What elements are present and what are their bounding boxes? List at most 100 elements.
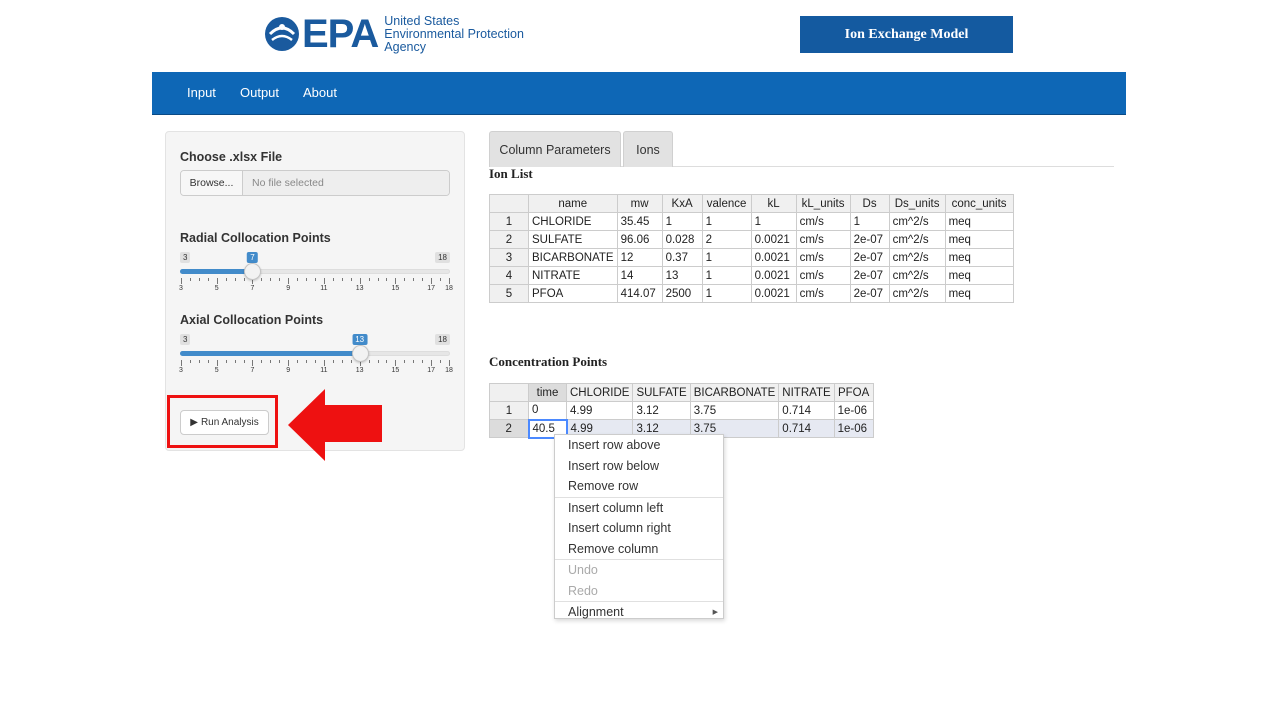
table-cell[interactable]: 0.0021 <box>750 230 797 249</box>
row-header[interactable]: 1 <box>489 212 529 231</box>
slider-handle[interactable] <box>351 345 369 362</box>
table-cell[interactable]: 1 <box>701 212 752 231</box>
slider-fill <box>180 269 253 274</box>
table-cell[interactable]: 0.0021 <box>750 248 797 267</box>
column-header[interactable]: CHLORIDE <box>565 383 634 402</box>
column-header[interactable]: mw <box>616 194 663 213</box>
radial-slider[interactable]: 3 18 7 3 5 7 9 11 13 15 17 18 <box>179 252 453 292</box>
table-cell[interactable]: 1 <box>701 248 752 267</box>
menu-item-remove-column[interactable]: Remove column <box>555 539 723 560</box>
table-cell[interactable]: 4.99 <box>565 401 634 420</box>
row-header[interactable]: 1 <box>489 401 529 420</box>
table-cell[interactable]: 0 <box>528 401 567 420</box>
table-cell[interactable]: CHLORIDE <box>528 212 618 231</box>
column-header[interactable]: conc_units <box>944 194 1014 213</box>
concentration-table[interactable]: time CHLORIDE SULFATE BICARBONATE NITRAT… <box>489 383 874 439</box>
table-cell[interactable]: cm^2/s <box>888 266 946 285</box>
nav-input[interactable]: Input <box>187 85 216 100</box>
table-cell[interactable]: 2 <box>701 230 752 249</box>
column-header[interactable]: PFOA <box>833 383 874 402</box>
table-cell[interactable]: 35.45 <box>616 212 663 231</box>
menu-item-remove-row[interactable]: Remove row <box>555 476 723 497</box>
row-header[interactable]: 5 <box>489 284 529 303</box>
table-cell[interactable]: BICARBONATE <box>528 248 618 267</box>
table-cell[interactable]: cm^2/s <box>888 284 946 303</box>
table-cell[interactable]: 2500 <box>661 284 703 303</box>
table-cell[interactable]: 13 <box>661 266 703 285</box>
row-header[interactable]: 2 <box>489 419 529 438</box>
table-cell[interactable]: 0.714 <box>778 419 835 438</box>
table-cell[interactable]: 1 <box>661 212 703 231</box>
table-cell[interactable]: cm/s <box>795 266 851 285</box>
menu-item-insert-row-above[interactable]: Insert row above <box>555 435 723 456</box>
table-cell[interactable]: 2e-07 <box>849 248 890 267</box>
table-cell[interactable]: 1 <box>750 212 797 231</box>
tab-column-parameters[interactable]: Column Parameters <box>489 131 621 167</box>
epa-logo[interactable]: EPA United States Environmental Protecti… <box>264 14 524 54</box>
table-cell[interactable]: cm/s <box>795 212 851 231</box>
tab-ions[interactable]: Ions <box>623 131 673 167</box>
slider-tick-label: 13 <box>355 367 364 374</box>
row-header[interactable]: 2 <box>489 230 529 249</box>
table-cell[interactable]: 0.0021 <box>750 266 797 285</box>
column-header[interactable]: valence <box>701 194 752 213</box>
table-cell[interactable]: 3.75 <box>689 401 780 420</box>
menu-item-alignment[interactable]: Alignment ▶ <box>555 602 723 623</box>
table-cell[interactable]: meq <box>944 266 1014 285</box>
row-header[interactable]: 4 <box>489 266 529 285</box>
table-cell[interactable]: meq <box>944 248 1014 267</box>
ion-list-table[interactable]: name mw KxA valence kL kL_units Ds Ds_un… <box>489 194 1014 303</box>
column-header[interactable]: KxA <box>661 194 703 213</box>
table-cell[interactable]: 2e-07 <box>849 266 890 285</box>
table-cell[interactable]: 1e-06 <box>833 419 874 438</box>
table-cell[interactable]: cm^2/s <box>888 212 946 231</box>
menu-item-insert-row-below[interactable]: Insert row below <box>555 456 723 477</box>
column-header[interactable]: BICARBONATE <box>689 383 780 402</box>
table-cell[interactable]: 0.37 <box>661 248 703 267</box>
table-cell[interactable]: 1 <box>849 212 890 231</box>
table-cell[interactable]: PFOA <box>528 284 618 303</box>
column-header[interactable]: name <box>528 194 618 213</box>
table-cell[interactable]: meq <box>944 212 1014 231</box>
column-header[interactable]: kL <box>750 194 797 213</box>
nav-output[interactable]: Output <box>240 85 279 100</box>
slider-tick <box>404 360 406 363</box>
table-cell[interactable]: 1e-06 <box>833 401 874 420</box>
column-header[interactable]: time <box>528 383 567 402</box>
row-header[interactable]: 3 <box>489 248 529 267</box>
table-cell[interactable]: cm^2/s <box>888 230 946 249</box>
column-header[interactable]: kL_units <box>795 194 851 213</box>
table-cell[interactable]: cm/s <box>795 248 851 267</box>
column-header[interactable]: Ds_units <box>888 194 946 213</box>
menu-item-insert-column-left[interactable]: Insert column left <box>555 498 723 519</box>
table-cell[interactable]: 14 <box>616 266 663 285</box>
column-header[interactable]: Ds <box>849 194 890 213</box>
table-cell[interactable]: 3.12 <box>632 401 691 420</box>
table-cell[interactable]: SULFATE <box>528 230 618 249</box>
table-cell[interactable]: 12 <box>616 248 663 267</box>
axial-slider[interactable]: 3 18 13 3 5 7 9 11 13 15 17 18 <box>179 334 453 374</box>
nav-about[interactable]: About <box>303 85 337 100</box>
file-input[interactable]: Browse... No file selected <box>180 170 450 196</box>
table-cell[interactable]: meq <box>944 284 1014 303</box>
table-cell[interactable]: 1 <box>701 284 752 303</box>
column-header[interactable]: SULFATE <box>632 383 691 402</box>
column-header[interactable]: NITRATE <box>778 383 835 402</box>
table-cell[interactable]: cm/s <box>795 230 851 249</box>
table-cell[interactable]: 0.0021 <box>750 284 797 303</box>
menu-item-insert-column-right[interactable]: Insert column right <box>555 518 723 539</box>
table-cell[interactable]: 2e-07 <box>849 284 890 303</box>
slider-tick-label: 15 <box>391 367 400 374</box>
table-cell[interactable]: 414.07 <box>616 284 663 303</box>
table-cell[interactable]: 0.028 <box>661 230 703 249</box>
table-cell[interactable]: cm^2/s <box>888 248 946 267</box>
table-cell[interactable]: NITRATE <box>528 266 618 285</box>
table-cell[interactable]: cm/s <box>795 284 851 303</box>
slider-tick <box>413 278 415 281</box>
table-cell[interactable]: 0.714 <box>778 401 835 420</box>
table-cell[interactable]: 96.06 <box>616 230 663 249</box>
browse-button[interactable]: Browse... <box>181 171 243 195</box>
table-cell[interactable]: meq <box>944 230 1014 249</box>
table-cell[interactable]: 1 <box>701 266 752 285</box>
table-cell[interactable]: 2e-07 <box>849 230 890 249</box>
